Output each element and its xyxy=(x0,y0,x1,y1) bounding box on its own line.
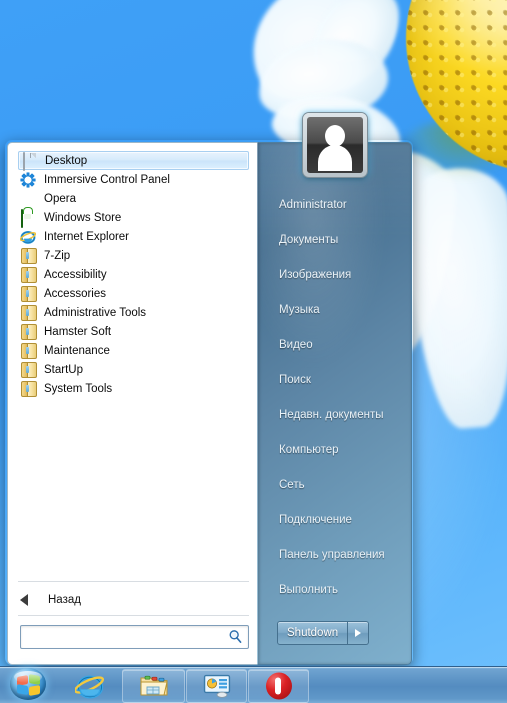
program-item-label: Windows Store xyxy=(44,211,122,224)
right-menu-item-label: Панель управления xyxy=(279,548,385,561)
program-item-label: Accessibility xyxy=(44,268,107,281)
program-item-label: Maintenance xyxy=(44,344,110,357)
right-menu-item-label: Недавн. документы xyxy=(279,408,384,421)
folder-icon xyxy=(20,248,36,264)
folder-icon xyxy=(20,381,36,397)
back-arrow-icon xyxy=(20,594,28,606)
program-item-label: Accessories xyxy=(44,287,106,300)
taskbar-button-windows-explorer[interactable] xyxy=(122,669,185,703)
folder-icon xyxy=(20,267,36,283)
program-item-opera[interactable]: Opera xyxy=(18,189,249,208)
avatar-image xyxy=(307,117,363,173)
program-item-maintenance[interactable]: Maintenance xyxy=(18,341,249,360)
internet-explorer-icon xyxy=(19,229,37,245)
program-item-7-zip[interactable]: 7-Zip xyxy=(18,246,249,265)
folder-icon xyxy=(20,286,36,302)
folder-icon xyxy=(20,343,36,359)
right-menu-item-documents[interactable]: Документы xyxy=(258,222,411,257)
right-menu-item-label: Музыка xyxy=(279,303,320,316)
program-item-label: StartUp xyxy=(44,363,83,376)
windows-store-icon xyxy=(20,208,36,228)
start-button[interactable] xyxy=(8,665,52,703)
right-menu-item-run[interactable]: Выполнить xyxy=(258,572,411,607)
shutdown-options-button[interactable] xyxy=(348,621,370,645)
program-item-immersive-control-panel[interactable]: Immersive Control Panel xyxy=(18,170,249,189)
right-menu-item-video[interactable]: Видео xyxy=(258,327,411,362)
program-item-startup[interactable]: StartUp xyxy=(18,360,249,379)
internet-explorer-icon xyxy=(75,675,105,699)
start-menu-left-panel: Desktop Immersive Control Panel Opera Wi… xyxy=(7,142,259,665)
program-item-accessories[interactable]: Accessories xyxy=(18,284,249,303)
avatar-head xyxy=(325,125,345,147)
program-item-label: Opera xyxy=(44,192,76,205)
program-item-internet-explorer[interactable]: Internet Explorer xyxy=(18,227,249,246)
right-menu-item-label: Выполнить xyxy=(279,583,339,596)
program-item-label: Internet Explorer xyxy=(44,230,130,243)
folder-icon xyxy=(20,324,36,340)
document-icon xyxy=(21,151,37,171)
folder-icon xyxy=(20,305,36,321)
right-menu-item-control-panel[interactable]: Панель управления xyxy=(258,537,411,572)
taskbar[interactable] xyxy=(0,666,507,703)
back-button-label: Назад xyxy=(48,594,81,606)
right-menu-item-label: Подключение xyxy=(279,513,352,526)
program-item-windows-store[interactable]: Windows Store xyxy=(18,208,249,228)
windows-orb-icon xyxy=(10,668,46,700)
right-menu-item-music[interactable]: Музыка xyxy=(258,292,411,327)
control-panel-icon xyxy=(203,674,230,698)
right-menu-item-computer[interactable]: Компьютер xyxy=(258,432,411,467)
right-menu-item-label: Сеть xyxy=(279,478,305,491)
right-menu-item-network[interactable]: Сеть xyxy=(258,467,411,502)
right-menu-item-search[interactable]: Поиск xyxy=(258,362,411,397)
program-item-hamster-soft[interactable]: Hamster Soft xyxy=(18,322,249,341)
right-menu-item-label: Документы xyxy=(279,233,339,246)
program-item-administrative-tools[interactable]: Administrative Tools xyxy=(18,303,249,322)
user-avatar[interactable] xyxy=(303,113,367,177)
program-list: Desktop Immersive Control Panel Opera Wi… xyxy=(18,151,249,398)
shutdown-button[interactable]: Shutdown xyxy=(277,621,349,645)
avatar-body xyxy=(318,145,352,171)
search-box[interactable] xyxy=(20,625,249,649)
opera-icon xyxy=(265,672,292,700)
opera-icon xyxy=(20,191,36,207)
right-menu-item-label: Компьютер xyxy=(279,443,339,456)
taskbar-button-internet-explorer[interactable] xyxy=(60,669,120,703)
right-menu-item-label: Видео xyxy=(279,338,313,351)
right-menu-list: Administrator Документы Изображения Музы… xyxy=(258,187,411,607)
right-menu-item-recent-documents[interactable]: Недавн. документы xyxy=(258,397,411,432)
program-item-label: Hamster Soft xyxy=(44,325,112,338)
right-menu-item-label: Administrator xyxy=(279,198,347,211)
taskbar-button-control-panel[interactable] xyxy=(186,669,247,703)
program-item-desktop[interactable]: Desktop xyxy=(18,151,249,171)
shutdown-control[interactable]: Shutdown xyxy=(277,621,370,645)
shutdown-button-label: Shutdown xyxy=(287,627,339,639)
right-menu-item-administrator[interactable]: Administrator xyxy=(258,187,411,222)
divider xyxy=(18,615,249,616)
search-icon[interactable] xyxy=(228,629,243,644)
divider xyxy=(18,581,249,582)
right-menu-item-label: Поиск xyxy=(279,373,311,386)
folder-explorer-icon xyxy=(140,675,168,696)
program-item-label: Administrative Tools xyxy=(44,306,147,319)
program-item-accessibility[interactable]: Accessibility xyxy=(18,265,249,284)
start-menu[interactable]: Desktop Immersive Control Panel Opera Wi… xyxy=(7,113,412,665)
program-item-label: Desktop xyxy=(45,154,88,167)
back-button[interactable]: Назад xyxy=(18,589,249,611)
program-item-label: Immersive Control Panel xyxy=(44,173,170,186)
gear-icon xyxy=(20,172,36,188)
program-item-system-tools[interactable]: System Tools xyxy=(18,379,249,398)
right-menu-item-connect[interactable]: Подключение xyxy=(258,502,411,537)
folder-icon xyxy=(20,362,36,378)
right-menu-item-pictures[interactable]: Изображения xyxy=(258,257,411,292)
start-menu-right-panel: Administrator Документы Изображения Музы… xyxy=(257,142,412,665)
chevron-right-icon xyxy=(355,629,362,637)
program-item-label: 7-Zip xyxy=(44,249,71,262)
program-item-label: System Tools xyxy=(44,382,113,395)
right-menu-item-label: Изображения xyxy=(279,268,352,281)
search-input[interactable] xyxy=(25,628,224,647)
taskbar-button-opera[interactable] xyxy=(248,669,309,703)
